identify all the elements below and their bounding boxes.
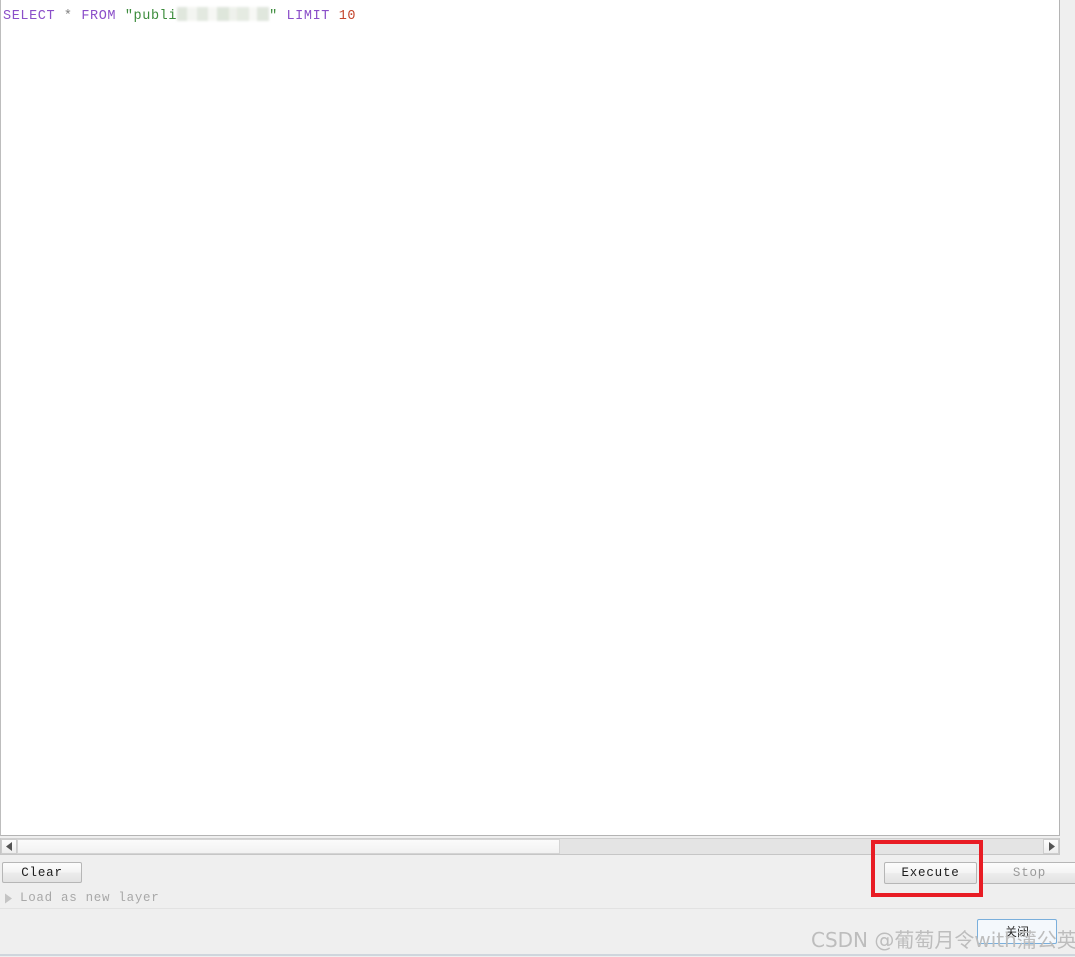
- load-as-new-layer-expander[interactable]: Load as new layer: [4, 891, 159, 905]
- sql-table-name-redacted-block: [177, 7, 270, 21]
- triangle-right-icon[interactable]: [4, 893, 13, 904]
- sql-string-close-quote: ": [269, 9, 278, 24]
- sql-table-name-visible: publi: [133, 9, 178, 24]
- sql-keyword-select: SELECT: [3, 9, 56, 24]
- horizontal-scroll-track[interactable]: [17, 839, 1043, 854]
- sql-keyword-from: FROM: [81, 9, 117, 24]
- sql-statement-line: SELECT * FROM "publi " LIMIT 10: [3, 7, 356, 26]
- sql-space: [55, 9, 64, 24]
- sql-query-editor[interactable]: SELECT * FROM "publi " LIMIT 10: [0, 0, 1060, 836]
- sql-space: [330, 9, 339, 24]
- horizontal-scrollbar[interactable]: [0, 838, 1060, 855]
- clear-button[interactable]: Clear: [2, 862, 82, 883]
- sql-string-open-quote: ": [124, 9, 134, 24]
- close-button[interactable]: 关闭: [977, 919, 1057, 944]
- scroll-left-arrow-icon[interactable]: [1, 839, 17, 854]
- horizontal-scroll-thumb[interactable]: [17, 839, 560, 854]
- sql-limit-value: 10: [338, 9, 357, 24]
- scroll-right-arrow-icon[interactable]: [1043, 839, 1059, 854]
- sql-space: [116, 9, 125, 24]
- query-button-bar: Clear Execute Stop: [0, 856, 1075, 908]
- load-as-new-layer-label: Load as new layer: [20, 891, 160, 905]
- stop-button[interactable]: Stop: [981, 862, 1075, 884]
- execute-button[interactable]: Execute: [884, 862, 977, 884]
- sql-keyword-limit: LIMIT: [286, 9, 330, 24]
- sql-operator-star: *: [63, 9, 73, 24]
- dialog-footer: 关闭: [0, 908, 1075, 957]
